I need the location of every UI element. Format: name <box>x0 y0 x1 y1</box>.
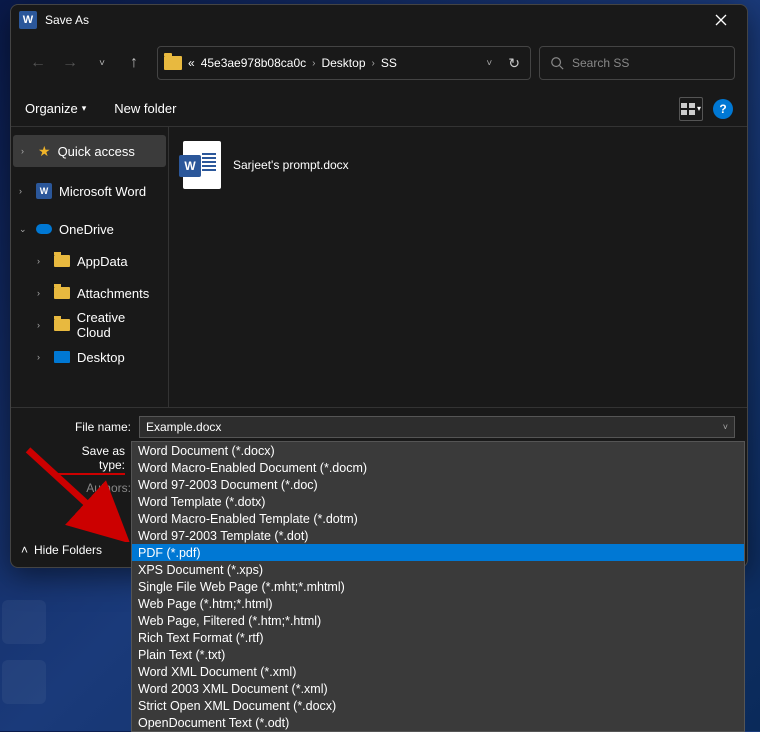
nav-row: ← → ˅ ↑ « 45e3ae978b08ca0c › Desktop › S… <box>11 35 747 91</box>
chevron-down-icon: ˅ <box>723 422 728 432</box>
search-input[interactable]: Search SS <box>539 46 735 80</box>
docx-icon: W <box>183 141 221 189</box>
search-icon <box>550 56 564 70</box>
filetype-option[interactable]: Word Template (*.dotx) <box>132 493 744 510</box>
recent-locations-button[interactable]: ˅ <box>87 48 117 78</box>
sidebar-item-creative-cloud[interactable]: › Creative Cloud <box>11 309 168 341</box>
chevron-right-icon: › <box>372 58 375 69</box>
refresh-button[interactable]: ↻ <box>504 55 524 72</box>
sidebar-item-onedrive[interactable]: ⌄ OneDrive <box>11 213 168 245</box>
filename-label: File name: <box>11 420 131 434</box>
sidebar-item-attachments[interactable]: › Attachments <box>11 277 168 309</box>
filetype-option[interactable]: Plain Text (*.txt) <box>132 646 744 663</box>
new-folder-button[interactable]: New folder <box>114 101 176 116</box>
chevron-up-icon: ˄ <box>21 543 28 557</box>
word-icon: W <box>36 183 52 199</box>
organize-button[interactable]: Organize ▾ <box>25 101 86 116</box>
chevron-down-icon: ⌄ <box>19 224 29 235</box>
breadcrumb-item[interactable]: SS <box>381 56 397 70</box>
close-button[interactable] <box>703 6 739 34</box>
file-list[interactable]: W Sarjeet's prompt.docx <box>169 127 747 407</box>
filetype-option[interactable]: Strict Open XML Document (*.docx) <box>132 697 744 714</box>
authors-label: Authors: <box>11 481 131 495</box>
chevron-right-icon: › <box>37 352 47 362</box>
filetype-option[interactable]: Word XML Document (*.xml) <box>132 663 744 680</box>
forward-button[interactable]: → <box>55 48 85 78</box>
search-placeholder: Search SS <box>572 56 629 70</box>
filetype-option[interactable]: XPS Document (*.xps) <box>132 561 744 578</box>
chevron-right-icon: › <box>37 256 47 266</box>
save-as-type-dropdown[interactable]: Word Document (*.docx)Word Macro-Enabled… <box>131 441 745 732</box>
back-button[interactable]: ← <box>23 48 53 78</box>
save-as-type-label: Save as type: <box>57 444 125 475</box>
chevron-right-icon: › <box>37 320 47 330</box>
filetype-option[interactable]: Word 97-2003 Template (*.dot) <box>132 527 744 544</box>
filetype-option[interactable]: Word Macro-Enabled Document (*.docm) <box>132 459 744 476</box>
sidebar-item-appdata[interactable]: › AppData <box>11 245 168 277</box>
chevron-right-icon: › <box>19 186 29 196</box>
filetype-option[interactable]: PDF (*.pdf) <box>132 544 744 561</box>
folder-icon <box>54 287 70 299</box>
chevron-down-icon: ▾ <box>82 103 87 114</box>
file-item[interactable]: W Sarjeet's prompt.docx <box>183 141 733 189</box>
up-button[interactable]: ↑ <box>119 48 149 78</box>
window-title: Save As <box>45 13 89 27</box>
breadcrumb-item[interactable]: 45e3ae978b08ca0c <box>201 56 306 70</box>
desktop-icon <box>54 351 70 363</box>
filetype-option[interactable]: Rich Text Format (*.rtf) <box>132 629 744 646</box>
desktop-taskbar-icon[interactable] <box>2 660 46 704</box>
filename-input[interactable]: Example.docx ˅ <box>139 416 735 438</box>
sidebar-item-ms-word[interactable]: › W Microsoft Word <box>11 175 168 207</box>
desktop-taskbar-icon[interactable] <box>2 600 46 644</box>
filetype-option[interactable]: Single File Web Page (*.mht;*.mhtml) <box>132 578 744 595</box>
word-icon: W <box>19 11 37 29</box>
chevron-right-icon: › <box>21 146 31 156</box>
chevron-right-icon: › <box>37 288 47 298</box>
folder-icon <box>54 319 70 331</box>
sidebar-item-desktop[interactable]: › Desktop <box>11 341 168 373</box>
body: › ★ Quick access › W Microsoft Word ⌄ On… <box>11 127 747 407</box>
sidebar: › ★ Quick access › W Microsoft Word ⌄ On… <box>11 127 169 407</box>
breadcrumb-prefix: « <box>188 56 195 70</box>
close-icon <box>715 14 727 26</box>
titlebar: W Save As <box>11 5 747 35</box>
filetype-option[interactable]: Word 2003 XML Document (*.xml) <box>132 680 744 697</box>
file-name: Sarjeet's prompt.docx <box>233 158 349 172</box>
star-icon: ★ <box>38 143 51 160</box>
sidebar-item-quick-access[interactable]: › ★ Quick access <box>13 135 166 167</box>
breadcrumb-item[interactable]: Desktop <box>321 56 365 70</box>
filetype-option[interactable]: Web Page, Filtered (*.htm;*.html) <box>132 612 744 629</box>
toolbar: Organize ▾ New folder ▾ ? <box>11 91 747 127</box>
address-bar[interactable]: « 45e3ae978b08ca0c › Desktop › SS ˅ ↻ <box>157 46 531 80</box>
view-options-button[interactable]: ▾ <box>679 97 703 121</box>
filetype-option[interactable]: OpenDocument Text (*.odt) <box>132 714 744 731</box>
chevron-right-icon: › <box>312 58 315 69</box>
hide-folders-button[interactable]: ˄ Hide Folders <box>21 543 102 557</box>
filetype-option[interactable]: Web Page (*.htm;*.html) <box>132 595 744 612</box>
folder-icon <box>54 255 70 267</box>
help-button[interactable]: ? <box>713 99 733 119</box>
filetype-option[interactable]: Word Document (*.docx) <box>132 442 744 459</box>
filetype-option[interactable]: Word Macro-Enabled Template (*.dotm) <box>132 510 744 527</box>
view-icon <box>681 103 695 115</box>
onedrive-icon <box>36 224 52 234</box>
filetype-option[interactable]: Word 97-2003 Document (*.doc) <box>132 476 744 493</box>
folder-icon <box>164 56 182 70</box>
address-dropdown[interactable]: ˅ <box>480 58 498 69</box>
